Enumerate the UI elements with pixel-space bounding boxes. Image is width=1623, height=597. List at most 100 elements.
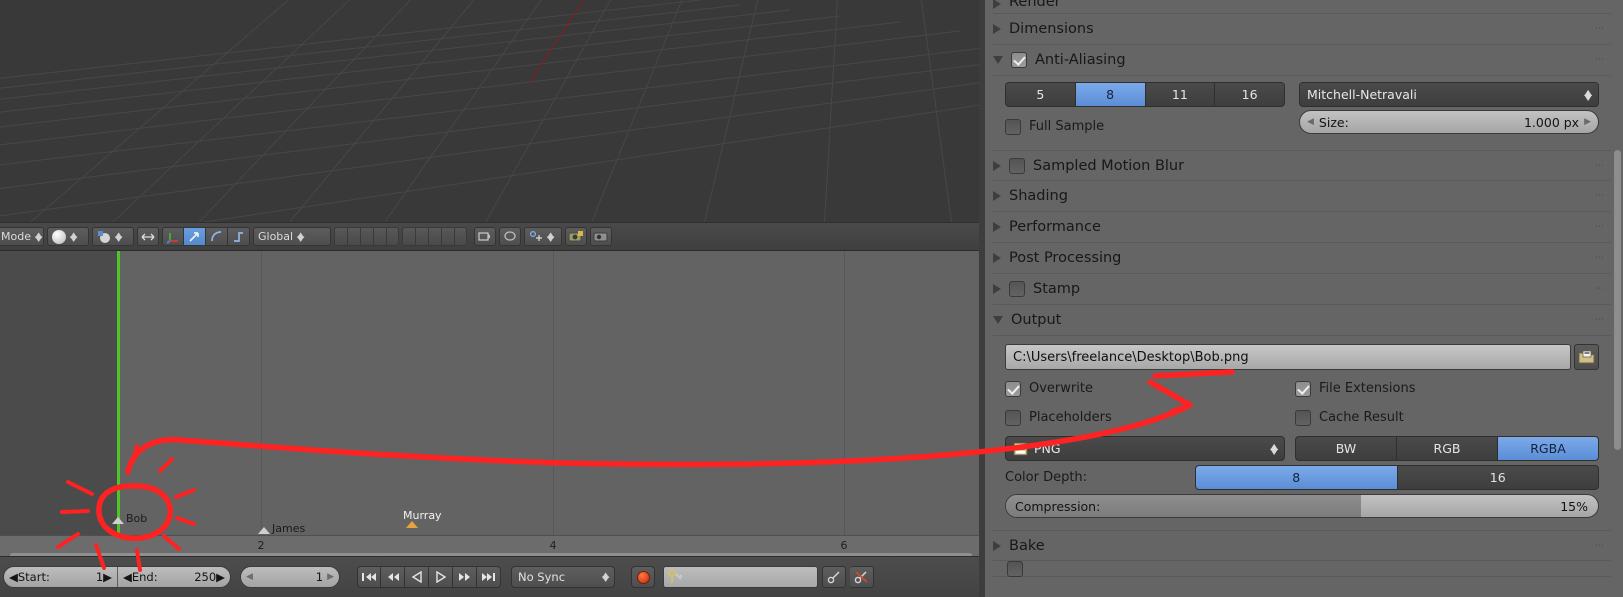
jump-to-start-icon[interactable] <box>357 566 381 588</box>
marker-murray[interactable]: Murray <box>403 510 442 528</box>
aa-samples-option-8[interactable]: 8 <box>1074 82 1145 107</box>
panel-grip-icon[interactable]: ⋯ <box>1595 222 1605 232</box>
translate-manipulator-icon[interactable] <box>162 227 184 246</box>
overwrite-row[interactable]: Overwrite <box>1005 375 1295 402</box>
aa-samples-option-16[interactable]: 16 <box>1214 82 1285 107</box>
panel-grip-icon[interactable]: ⋯ <box>1595 191 1605 201</box>
panel-grip-icon[interactable]: ⋯ <box>1595 24 1605 34</box>
object-mode-dropdown[interactable]: Mode ▲ ▼ <box>0 227 44 246</box>
layers-grid-2[interactable] <box>402 227 467 246</box>
panel-grip-icon[interactable]: ⋯ <box>1595 161 1605 171</box>
panel-grip-icon[interactable]: ⋯ <box>1595 284 1605 294</box>
transform-orientation-dropdown[interactable]: Global ▲ ▼ <box>253 227 331 246</box>
anti-aliasing-checkbox[interactable] <box>1011 52 1027 68</box>
delete-keyframe-icon[interactable] <box>850 566 874 588</box>
panel-header-output[interactable]: Output ⋯ <box>993 305 1611 336</box>
panel-header-sampled-motion-blur[interactable]: Sampled Motion Blur ⋯ <box>993 150 1611 181</box>
marker-james[interactable]: James <box>258 523 305 534</box>
current-frame-field[interactable]: ◀ 1 ▶ <box>240 566 340 588</box>
panel-header-next-partial[interactable] <box>993 560 1611 577</box>
jump-prev-keyframe-icon[interactable] <box>381 566 405 588</box>
file-extensions-row[interactable]: File Extensions <box>1295 375 1599 402</box>
panel-grip-icon[interactable]: ⋯ <box>1595 253 1605 263</box>
rotate-manipulator-icon[interactable] <box>184 227 206 246</box>
panel-header-stamp[interactable]: Stamp ⋯ <box>993 274 1611 305</box>
full-sample-row[interactable]: Full Sample <box>1005 113 1285 140</box>
manipulator-toggle-icon[interactable] <box>137 227 159 246</box>
placeholders-checkbox[interactable] <box>1005 409 1021 426</box>
proportional-edit-icon[interactable] <box>228 227 250 246</box>
play-icon[interactable] <box>429 566 453 588</box>
aa-samples-segmented-control[interactable]: 5 8 11 16 <box>1005 82 1285 107</box>
frame-range-fields[interactable]: ◀ Start: 1 ▶ ◀ End: 250 ▶ <box>3 566 231 588</box>
render-preview-icon[interactable] <box>565 227 587 246</box>
full-sample-checkbox[interactable] <box>1005 118 1021 135</box>
aa-filter-size-field[interactable]: ◀ Size: 1.000 px ▶ <box>1299 110 1599 134</box>
jump-to-end-icon[interactable] <box>477 566 501 588</box>
jump-next-keyframe-icon[interactable] <box>453 566 477 588</box>
chevron-down-icon <box>993 316 1003 324</box>
color-mode-option-bw[interactable]: BW <box>1295 436 1396 461</box>
manipulator-mode-group[interactable] <box>162 227 250 246</box>
cache-result-row[interactable]: Cache Result <box>1295 404 1599 431</box>
overwrite-checkbox[interactable] <box>1005 380 1021 397</box>
compression-slider[interactable]: Compression: 15% <box>1005 494 1599 518</box>
cache-result-checkbox[interactable] <box>1295 409 1311 426</box>
playhead-indicator[interactable] <box>117 251 120 535</box>
play-reverse-icon[interactable] <box>405 566 429 588</box>
aa-filter-type-dropdown[interactable]: Mitchell-Netravali ▲ ▼ <box>1299 82 1599 107</box>
end-frame-field[interactable]: ◀ End: 250 ▶ <box>117 567 230 587</box>
panel-header-dimensions[interactable]: Dimensions ⋯ <box>993 14 1611 45</box>
timeline-header[interactable]: ◀ Start: 1 ▶ ◀ End: 250 ▶ ◀ 1 ▶ No Sync … <box>0 556 979 597</box>
panel-grip-icon[interactable]: ⋯ <box>1595 315 1605 325</box>
ruler-tick-label: 4 <box>549 539 557 552</box>
keying-set-field[interactable] <box>663 566 818 588</box>
playback-transport-controls[interactable] <box>357 566 501 588</box>
folder-browse-icon[interactable] <box>1574 344 1599 370</box>
auto-keyframe-record-icon[interactable] <box>631 566 655 588</box>
dope-sheet-editor[interactable]: Bob James Murray <box>0 251 979 535</box>
link-icon[interactable] <box>499 227 521 246</box>
output-path-field[interactable]: C:\Users\freelance\Desktop\Bob.png <box>1005 344 1571 370</box>
color-mode-option-rgb[interactable]: RGB <box>1396 436 1497 461</box>
aa-samples-option-5[interactable]: 5 <box>1005 82 1075 107</box>
panel-header-shading[interactable]: Shading ⋯ <box>993 181 1611 212</box>
sync-mode-dropdown[interactable]: No Sync ▲ ▼ <box>511 566 615 588</box>
scale-manipulator-icon[interactable] <box>206 227 228 246</box>
pivot-point-dropdown[interactable]: ▲ ▼ <box>92 227 134 246</box>
color-mode-option-rgba[interactable]: RGBA <box>1497 436 1599 461</box>
snap-dropdown[interactable]: ▲ ▼ <box>524 227 562 246</box>
lock-camera-icon[interactable] <box>474 227 496 246</box>
placeholders-row[interactable]: Placeholders <box>1005 404 1295 431</box>
file-extensions-checkbox[interactable] <box>1295 380 1311 397</box>
color-depth-option-8[interactable]: 8 <box>1195 465 1397 490</box>
start-frame-field[interactable]: ◀ Start: 1 ▶ <box>4 567 117 587</box>
panel-grip-icon[interactable]: ⋯ <box>1595 541 1605 551</box>
panel-header-anti-aliasing[interactable]: Anti-Aliasing ⋯ <box>993 45 1611 76</box>
panel-grip-icon[interactable]: ⋯ <box>1595 55 1605 65</box>
panel-header-post-processing[interactable]: Post Processing ⋯ <box>993 243 1611 274</box>
sampled-motion-blur-checkbox[interactable] <box>1009 157 1025 174</box>
layers-grid[interactable] <box>334 227 399 246</box>
panel-title: Post Processing <box>1009 250 1122 266</box>
color-mode-segmented-control[interactable]: BW RGB RGBA <box>1295 436 1599 461</box>
properties-vertical-scrollbar[interactable] <box>1614 150 1621 450</box>
panel-header-render[interactable]: Render <box>993 0 1611 14</box>
insert-keyframe-icon[interactable] <box>822 566 846 588</box>
viewport-header-toolbar[interactable]: Mode ▲ ▼ ▲ ▼ ▲ ▼ Global ▲ ▼ ▲ ▼ <box>0 222 979 251</box>
panel-header-bake[interactable]: Bake ⋯ <box>993 530 1611 561</box>
aa-samples-option-11[interactable]: 11 <box>1144 82 1215 107</box>
panel-left-edge <box>979 0 985 597</box>
left-arrow-icon: ◀ <box>246 572 253 582</box>
stamp-checkbox[interactable] <box>1009 281 1025 297</box>
marker-bob[interactable]: Bob <box>112 513 147 524</box>
3d-viewport[interactable] <box>0 0 979 222</box>
panel-header-performance[interactable]: Performance ⋯ <box>993 212 1611 243</box>
file-format-dropdown[interactable]: PNG ▲ ▼ <box>1005 436 1285 461</box>
properties-editor[interactable]: Render Dimensions ⋯ Anti-Aliasing ⋯ 5 8 … <box>979 0 1623 597</box>
render-opengl-icon[interactable] <box>590 227 612 246</box>
viewport-shading-dropdown[interactable]: ▲ ▼ <box>47 227 89 246</box>
color-depth-segmented-control[interactable]: 8 16 <box>1195 465 1599 490</box>
color-depth-option-16[interactable]: 16 <box>1396 465 1599 490</box>
transform-orientation-label: Global <box>258 230 294 243</box>
